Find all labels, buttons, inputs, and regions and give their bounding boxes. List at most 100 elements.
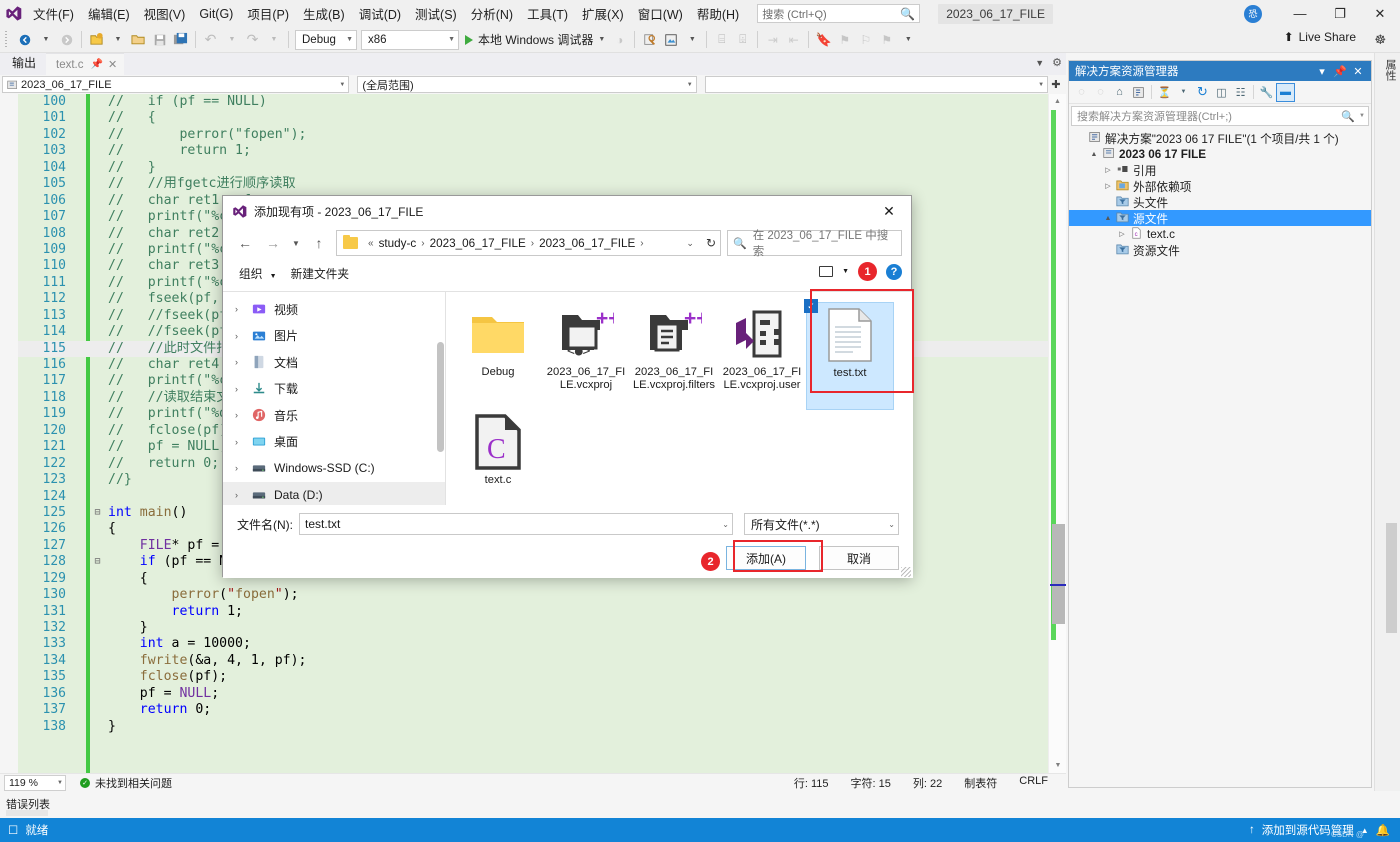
tab-output[interactable]: 输出: [0, 51, 46, 75]
places-item[interactable]: › 视频: [223, 296, 445, 323]
menu-extensions[interactable]: 扩展(X): [575, 0, 631, 27]
expander-icon[interactable]: ›: [235, 357, 252, 367]
expander-icon[interactable]: ›: [235, 331, 252, 341]
expander-icon[interactable]: ▷: [1101, 182, 1115, 190]
menu-view[interactable]: 视图(V): [137, 0, 193, 27]
filename-input[interactable]: test.txt ⌄: [299, 513, 733, 535]
minimize-button[interactable]: —: [1280, 0, 1320, 27]
save-icon[interactable]: [149, 29, 170, 51]
close-icon[interactable]: ✕: [1349, 65, 1367, 78]
solution-tree-item[interactable]: 头文件: [1069, 194, 1371, 210]
uncomment-icon[interactable]: ⌹: [732, 29, 753, 51]
places-item[interactable]: › 图片: [223, 323, 445, 350]
breadcrumb-segment-1[interactable]: study-c: [379, 237, 417, 250]
expander-icon[interactable]: ›: [235, 463, 252, 473]
menu-project[interactable]: 项目(P): [240, 0, 296, 27]
back-icon[interactable]: ←: [232, 230, 258, 256]
places-item[interactable]: › 音乐: [223, 402, 445, 429]
code-line[interactable]: 100 // if (pf == NULL): [18, 94, 1048, 110]
redo-dropdown-icon[interactable]: ▼: [263, 29, 284, 51]
menu-edit[interactable]: 编辑(E): [81, 0, 137, 27]
quick-search-input[interactable]: 搜索 (Ctrl+Q) 🔍: [757, 4, 921, 23]
code-line[interactable]: 103 // return 1;: [18, 143, 1048, 159]
dialog-resize-grip[interactable]: [901, 567, 911, 577]
solution-tree-item[interactable]: ▷ 引用: [1069, 162, 1371, 178]
solution-explorer-search-input[interactable]: 搜索解决方案资源管理器(Ctrl+;) 🔍 ▼: [1071, 106, 1369, 126]
code-line[interactable]: 131 return 1;: [18, 604, 1048, 620]
close-button[interactable]: ✕: [1360, 0, 1400, 27]
code-line[interactable]: 102 // perror("fopen");: [18, 127, 1048, 143]
nav-project-select[interactable]: 2023_06_17_FILE ▼: [2, 76, 350, 93]
solution-tree-item[interactable]: ▷ 外部依赖项: [1069, 178, 1371, 194]
solution-configuration-select[interactable]: Debug ▼: [295, 29, 357, 50]
dialog-search-input[interactable]: 🔍 在 2023_06_17_FILE 中搜索: [727, 230, 902, 258]
file-item[interactable]: 2023_06_17_FILE.vcxproj.user: [718, 302, 806, 410]
solution-tree-item[interactable]: ▷ c text.c: [1069, 226, 1371, 242]
bookmark-icon[interactable]: 🔖: [813, 29, 834, 51]
dialog-places-tree[interactable]: › 视频 › 图片 › 文档 › 下载 › 音乐 › 桌面 › Windows-SSD (C:) › Data…: [223, 292, 445, 508]
solution-tree-item[interactable]: 解决方案"2023 06 17 FILE"(1 个项目/共 1 个): [1069, 130, 1371, 146]
menu-build[interactable]: 生成(B): [296, 0, 352, 27]
settings-gear-icon[interactable]: ⚙: [1052, 56, 1062, 69]
scroll-down-icon[interactable]: ▼: [1049, 758, 1067, 773]
account-avatar-icon[interactable]: 恐: [1244, 4, 1262, 23]
up-icon[interactable]: ↑: [306, 230, 332, 256]
change-view-dropdown-icon[interactable]: ▼: [842, 268, 849, 275]
forward-icon[interactable]: →: [260, 230, 286, 256]
breadcrumb-segment-3[interactable]: 2023_06_17_FILE: [539, 237, 635, 250]
navigate-backward-dropdown-icon[interactable]: ▼: [35, 29, 56, 51]
menu-file[interactable]: 文件(F): [26, 0, 81, 27]
places-item[interactable]: › Windows-SSD (C:): [223, 455, 445, 482]
panel-menu-icon[interactable]: ▾: [1313, 65, 1331, 78]
places-item[interactable]: › 文档: [223, 349, 445, 376]
code-line[interactable]: 105 // //用fgetc进行顺序读取: [18, 176, 1048, 192]
status-eol[interactable]: CRLF: [1019, 775, 1048, 791]
prev-bookmark-icon[interactable]: ⚐: [855, 29, 876, 51]
redo-icon[interactable]: ↷: [242, 29, 263, 51]
undo-icon[interactable]: ↶: [200, 29, 221, 51]
code-line[interactable]: 138}: [18, 719, 1048, 735]
attach-process-icon[interactable]: ◑: [609, 29, 630, 51]
expander-icon[interactable]: ›: [235, 304, 252, 314]
comment-icon[interactable]: ⌸: [711, 29, 732, 51]
expander-icon[interactable]: ▷: [1115, 230, 1129, 238]
scroll-up-icon[interactable]: ▲: [1049, 94, 1066, 109]
expander-icon[interactable]: ▲: [1101, 215, 1115, 222]
chevron-down-icon[interactable]: ⌄: [888, 520, 895, 529]
code-line[interactable]: 136 pf = NULL;: [18, 686, 1048, 702]
back-icon[interactable]: ◌: [1072, 83, 1091, 102]
feedback-icon[interactable]: ☸: [1374, 32, 1386, 48]
dialog-close-button[interactable]: ✕: [869, 197, 909, 226]
file-item[interactable]: Ctext.c: [454, 410, 542, 518]
save-all-icon[interactable]: [170, 29, 191, 51]
menu-git[interactable]: Git(G): [192, 3, 240, 25]
cancel-button[interactable]: 取消: [819, 546, 899, 570]
start-debugging-button[interactable]: 本地 Windows 调试器 ▼: [461, 29, 609, 51]
file-item[interactable]: ++ 2023_06_17_FILE.vcxproj.filters: [630, 302, 718, 410]
solution-tree-item[interactable]: ▲ 源文件: [1069, 210, 1371, 226]
preview-selected-items-icon[interactable]: [639, 29, 660, 51]
solution-tree-item[interactable]: 资源文件: [1069, 242, 1371, 258]
next-bookmark-icon[interactable]: ⚑: [834, 29, 855, 51]
home-icon[interactable]: ⌂: [1110, 83, 1129, 102]
file-type-select[interactable]: 所有文件(*.*) ⌄: [744, 513, 899, 535]
preview-selected-items-icon[interactable]: ▬: [1276, 82, 1295, 102]
code-line[interactable]: 137 return 0;: [18, 702, 1048, 718]
breadcrumb-segment-2[interactable]: 2023_06_17_FILE: [430, 237, 526, 250]
menu-debug[interactable]: 调试(D): [352, 0, 408, 27]
fold-toggle-icon[interactable]: ⊟: [92, 554, 103, 570]
refresh-icon[interactable]: ↻: [1193, 83, 1212, 102]
add-button[interactable]: 添加(A): [726, 546, 806, 570]
dialog-file-list[interactable]: Debug <●> ++ 2023_06_17_FILE.vcxproj ++ 2023_…: [445, 292, 913, 505]
expander-icon[interactable]: ›: [235, 410, 252, 420]
recent-locations-icon[interactable]: ▼: [288, 230, 304, 256]
new-project-icon[interactable]: [86, 29, 107, 51]
menu-tools[interactable]: 工具(T): [520, 0, 575, 27]
clear-bookmarks-icon[interactable]: ⚑: [876, 29, 897, 51]
new-project-dropdown-icon[interactable]: ▼: [107, 29, 128, 51]
tab-text-c[interactable]: text.c 📌 ✕: [46, 53, 125, 75]
tab-list-dropdown-icon[interactable]: ▼: [1035, 58, 1044, 68]
navigate-forward-icon[interactable]: [56, 29, 77, 51]
restore-button[interactable]: ❐: [1320, 0, 1360, 27]
checkbox-checked-icon[interactable]: ✓: [804, 299, 818, 313]
